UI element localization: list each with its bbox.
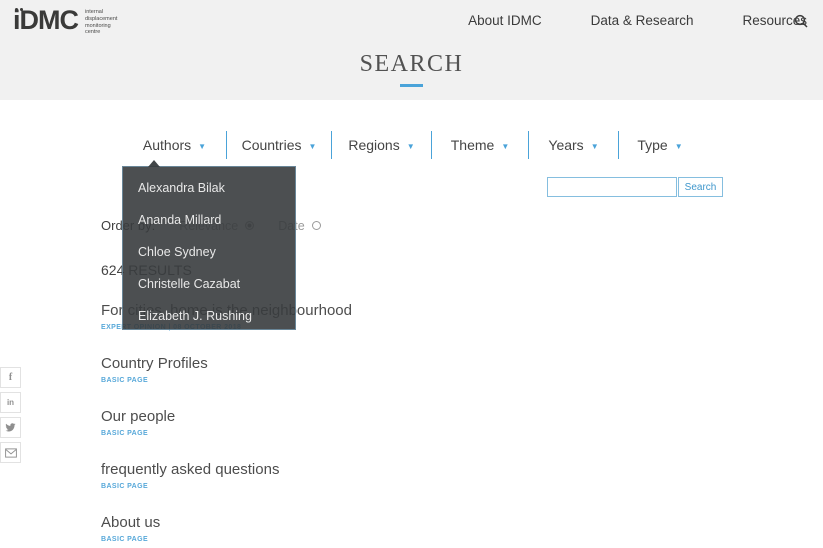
radio-button[interactable]	[311, 221, 321, 230]
result-title-link[interactable]: Country Profiles	[101, 355, 621, 373]
chevron-down-icon: ▼	[406, 142, 415, 151]
filter-tab[interactable]: Theme ▼	[431, 130, 528, 159]
filter-tab[interactable]: Countries ▼	[226, 130, 331, 159]
social-share-rail: f in	[0, 367, 21, 467]
linkedin-icon[interactable]: in	[0, 392, 21, 413]
idmc-logo[interactable]: iDMC internal displacement monitoring ce…	[13, 5, 133, 39]
filter-tab-label: Countries	[241, 136, 302, 153]
authors-dropdown: Alexandra Bilak Ananda Millard Chloe Syd…	[122, 160, 296, 332]
filter-tabs: Authors ▼ Countries ▼ Regions ▼ Theme ▼ …	[123, 130, 701, 159]
result-title-link[interactable]: Our people	[101, 408, 621, 426]
title-underline-accent	[400, 84, 423, 87]
search-icon[interactable]	[793, 13, 809, 29]
dropdown-caret	[148, 160, 160, 167]
chevron-down-icon: ▼	[501, 142, 510, 151]
result-meta: BASIC PAGE	[101, 377, 149, 384]
results-list: For cities, home is the neighbourhood EX…	[101, 302, 621, 548]
result-meta: BASIC PAGE	[101, 536, 149, 543]
page-title: SEARCH	[359, 51, 464, 77]
chevron-down-icon: ▼	[308, 142, 317, 151]
filter-tab[interactable]: Years ▼	[528, 130, 618, 159]
logo-tagline: internal displacement monitoring centre	[85, 9, 118, 36]
result-item: frequently asked questions BASIC PAGE	[101, 461, 621, 490]
filter-tab[interactable]: Type ▼	[618, 130, 701, 159]
author-option[interactable]: Chloe Sydney	[123, 236, 295, 268]
filter-tab[interactable]: Authors ▼	[123, 131, 226, 159]
result-title-link[interactable]: About us	[101, 514, 621, 532]
search-submit-button[interactable]: Search	[678, 177, 723, 197]
result-title-link[interactable]: frequently asked questions	[101, 461, 621, 479]
author-option[interactable]: Christelle Cazabat	[123, 268, 295, 300]
main-nav: About IDMC Data & Research Resources	[468, 13, 807, 28]
filter-tab-label: Authors	[142, 136, 192, 153]
result-meta: BASIC PAGE	[101, 483, 149, 490]
email-icon[interactable]	[0, 442, 21, 463]
result-item: About us BASIC PAGE	[101, 514, 621, 543]
logo-text: iDMC	[13, 5, 79, 35]
search-input[interactable]	[547, 177, 677, 197]
author-option[interactable]: Ananda Millard	[123, 204, 295, 236]
site-header: iDMC internal displacement monitoring ce…	[0, 0, 823, 100]
result-item: Our people BASIC PAGE	[101, 408, 621, 437]
result-meta: BASIC PAGE	[101, 430, 149, 437]
chevron-down-icon: ▼	[674, 142, 683, 151]
chevron-down-icon: ▼	[198, 142, 207, 151]
search-page: iDMC internal displacement monitoring ce…	[0, 0, 823, 548]
facebook-icon[interactable]: f	[0, 367, 21, 388]
result-item: Country Profiles BASIC PAGE	[101, 355, 621, 384]
author-option[interactable]: Alexandra Bilak	[123, 172, 295, 204]
chevron-down-icon: ▼	[590, 142, 599, 151]
nav-link[interactable]: About IDMC	[468, 13, 542, 28]
filter-tab-label: Regions	[348, 136, 400, 153]
filter-tab[interactable]: Regions ▼	[331, 130, 431, 159]
nav-link[interactable]: Data & Research	[591, 13, 694, 28]
filter-tab-label: Type	[637, 136, 668, 153]
author-option[interactable]: Elizabeth J. Rushing	[123, 300, 295, 332]
twitter-icon[interactable]	[0, 417, 21, 438]
filter-tab-label: Theme	[450, 136, 495, 153]
filter-tab-label: Years	[548, 136, 584, 153]
